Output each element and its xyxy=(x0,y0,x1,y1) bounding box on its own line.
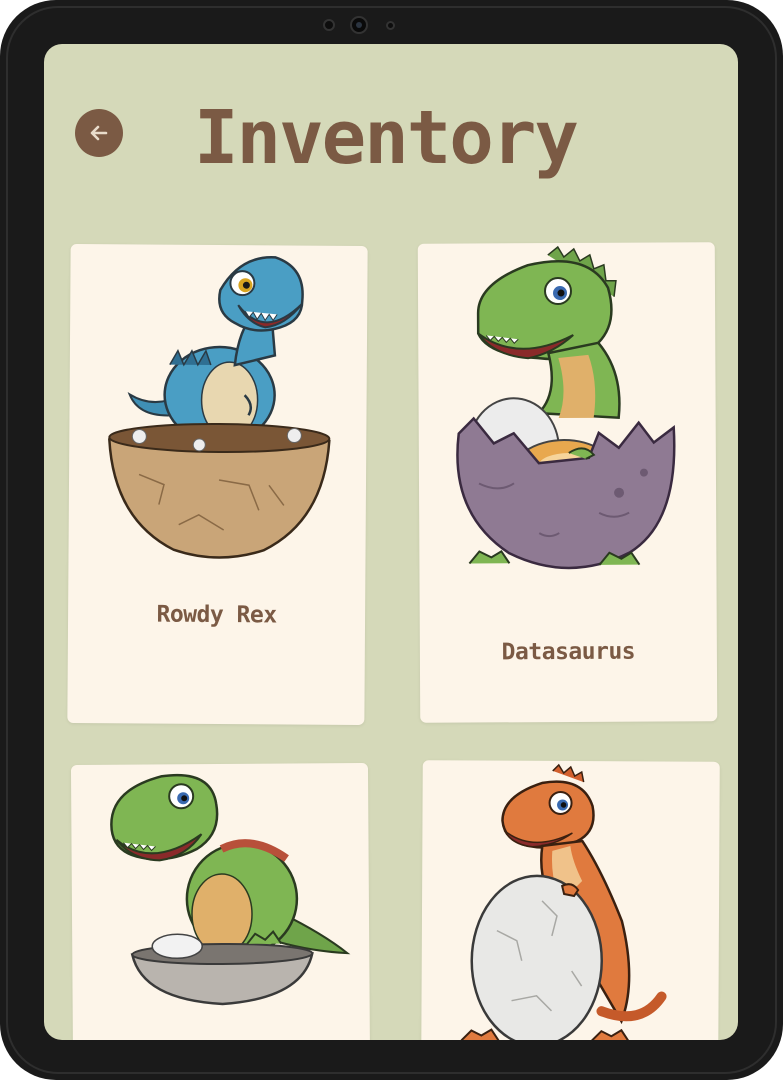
sensor-dot xyxy=(323,19,335,31)
inventory-card-rowdy-rex[interactable]: Rowdy Rex xyxy=(67,243,368,726)
page-title: Inventory xyxy=(194,95,579,181)
arrow-left-icon xyxy=(90,125,108,141)
app-screen: Inventory Rowdy Rex Datasaurus xyxy=(44,44,738,1040)
inventory-card-datasaurus[interactable]: Datasaurus xyxy=(417,242,718,723)
green-trex-in-purple-egg-icon xyxy=(456,245,676,570)
card-name: Rowdy Rex xyxy=(156,601,277,629)
inventory-card-green-trex[interactable] xyxy=(70,762,371,1040)
back-button[interactable] xyxy=(75,109,123,157)
green-trex-in-grey-egg-shell-icon xyxy=(110,773,351,1006)
orange-dinosaur-holding-egg-icon xyxy=(460,763,667,1040)
sensor-dot xyxy=(386,21,395,30)
blue-dinosaur-in-brown-nest-icon xyxy=(108,256,331,559)
inventory-card-orange-dino[interactable] xyxy=(421,760,720,1040)
front-camera xyxy=(350,16,368,34)
card-name: Datasaurus xyxy=(501,638,636,666)
tablet-frame: Inventory Rowdy Rex Datasaurus xyxy=(0,0,783,1080)
